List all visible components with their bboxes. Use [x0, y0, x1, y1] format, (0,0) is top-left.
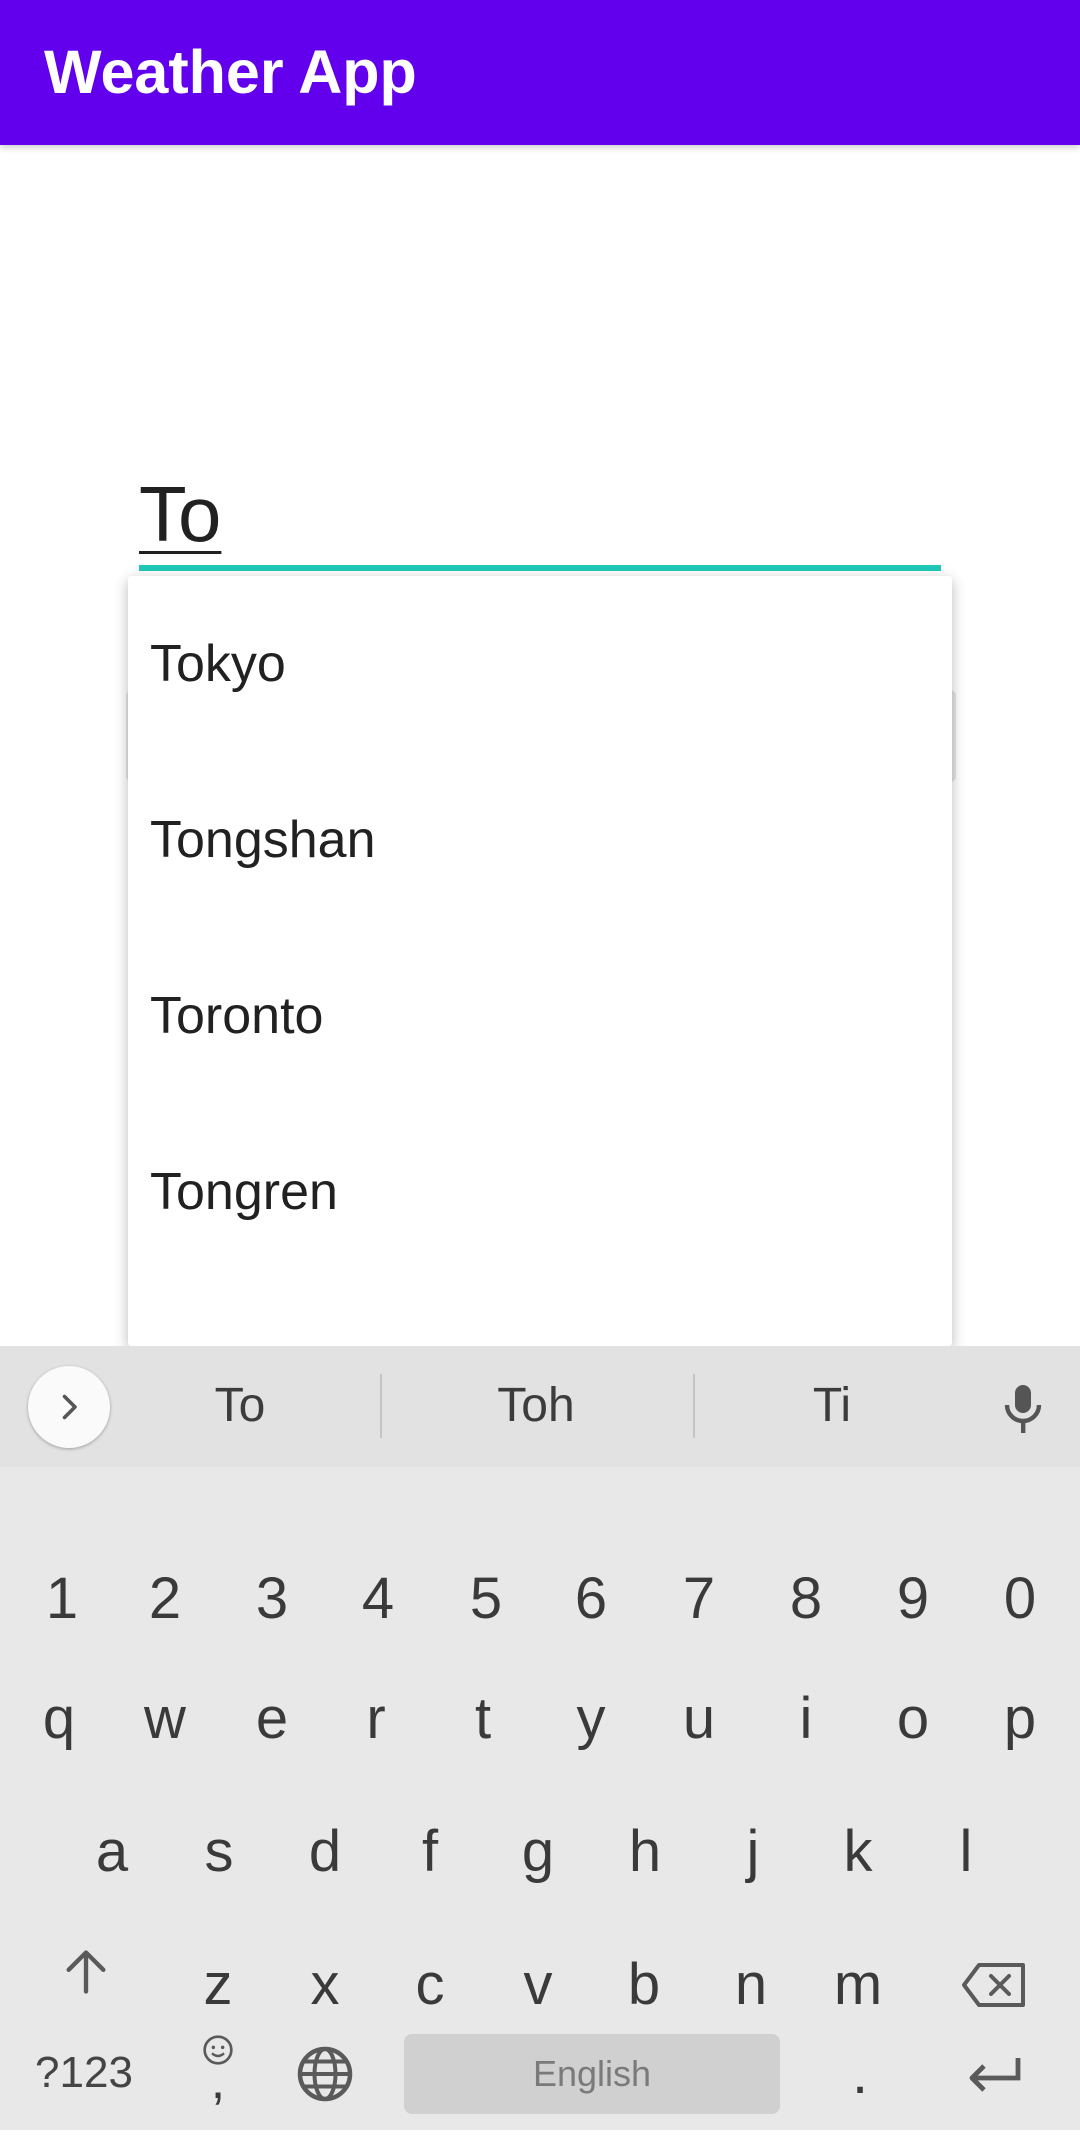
key-h[interactable]: h — [595, 1797, 695, 1907]
key-n[interactable]: n — [701, 1930, 801, 2040]
key-b[interactable]: b — [594, 1930, 694, 2040]
key-a[interactable]: a — [62, 1797, 162, 1907]
enter-icon[interactable] — [944, 2034, 1044, 2114]
key-1[interactable]: 1 — [12, 1544, 112, 1654]
key-c[interactable]: c — [380, 1930, 480, 2040]
key-0[interactable]: 0 — [970, 1544, 1070, 1654]
city-search-input[interactable] — [139, 460, 941, 568]
space-bar[interactable]: English — [404, 2034, 780, 2114]
key-5[interactable]: 5 — [436, 1544, 536, 1654]
soft-keyboard: To Toh Ti 1 2 3 4 5 6 7 8 9 0 q w e r t … — [0, 1346, 1080, 2130]
dropdown-item-tongren[interactable]: Tongren — [128, 1104, 952, 1280]
key-w[interactable]: w — [115, 1664, 215, 1774]
app-bar: Weather App — [0, 0, 1080, 145]
key-7[interactable]: 7 — [649, 1544, 749, 1654]
chevron-right-icon[interactable] — [28, 1366, 110, 1448]
suggestion-strip: To Toh Ti — [0, 1346, 1080, 1467]
key-i[interactable]: i — [756, 1664, 856, 1774]
key-z[interactable]: z — [168, 1930, 268, 2040]
key-6[interactable]: 6 — [541, 1544, 641, 1654]
key-l[interactable]: l — [916, 1797, 1016, 1907]
dropdown-item-tokyo[interactable]: Tokyo — [128, 576, 952, 752]
key-y[interactable]: y — [541, 1664, 641, 1774]
dropdown-item-label: Tokyo — [150, 635, 286, 693]
period-key[interactable]: . — [810, 2019, 910, 2129]
key-u[interactable]: u — [649, 1664, 749, 1774]
dropdown-item-label: Tongshan — [150, 811, 376, 869]
key-8[interactable]: 8 — [756, 1544, 856, 1654]
input-focus-underline — [139, 565, 941, 571]
key-s[interactable]: s — [169, 1797, 269, 1907]
key-e[interactable]: e — [222, 1664, 322, 1774]
suggestion-1[interactable]: To — [140, 1371, 340, 1441]
key-o[interactable]: o — [863, 1664, 963, 1774]
key-q[interactable]: q — [9, 1664, 109, 1774]
dropdown-item-toronto[interactable]: Toronto — [128, 928, 952, 1104]
key-r[interactable]: r — [326, 1664, 426, 1774]
key-x[interactable]: x — [275, 1930, 375, 2040]
dropdown-item-tongshan[interactable]: Tongshan — [128, 752, 952, 928]
key-g[interactable]: g — [488, 1797, 588, 1907]
microphone-icon[interactable] — [990, 1376, 1056, 1442]
dropdown-item-label: Tongren — [150, 1163, 338, 1221]
key-d[interactable]: d — [275, 1797, 375, 1907]
suggestion-2[interactable]: Toh — [436, 1371, 636, 1441]
shift-arrow-icon[interactable] — [36, 1917, 136, 2027]
suggestion-3[interactable]: Ti — [732, 1371, 932, 1441]
key-t[interactable]: t — [433, 1664, 533, 1774]
key-k[interactable]: k — [808, 1797, 908, 1907]
key-3[interactable]: 3 — [222, 1544, 322, 1654]
key-2[interactable]: 2 — [115, 1544, 215, 1654]
globe-icon[interactable] — [290, 2034, 360, 2114]
dropdown-item-label: Toronto — [150, 987, 324, 1045]
suggestion-divider — [693, 1374, 695, 1438]
key-4[interactable]: 4 — [328, 1544, 428, 1654]
key-v[interactable]: v — [488, 1930, 588, 2040]
key-9[interactable]: 9 — [863, 1544, 963, 1654]
key-j[interactable]: j — [703, 1797, 803, 1907]
key-p[interactable]: p — [970, 1664, 1070, 1774]
key-f[interactable]: f — [380, 1797, 480, 1907]
backspace-icon[interactable] — [944, 1930, 1044, 2040]
autocomplete-dropdown: Tokyo Tongshan Toronto Tongren — [128, 576, 952, 1346]
symbols-key[interactable]: ?123 — [34, 2018, 134, 2128]
suggestion-divider — [380, 1374, 382, 1438]
city-input-container — [139, 460, 941, 572]
app-title: Weather App — [44, 38, 417, 106]
